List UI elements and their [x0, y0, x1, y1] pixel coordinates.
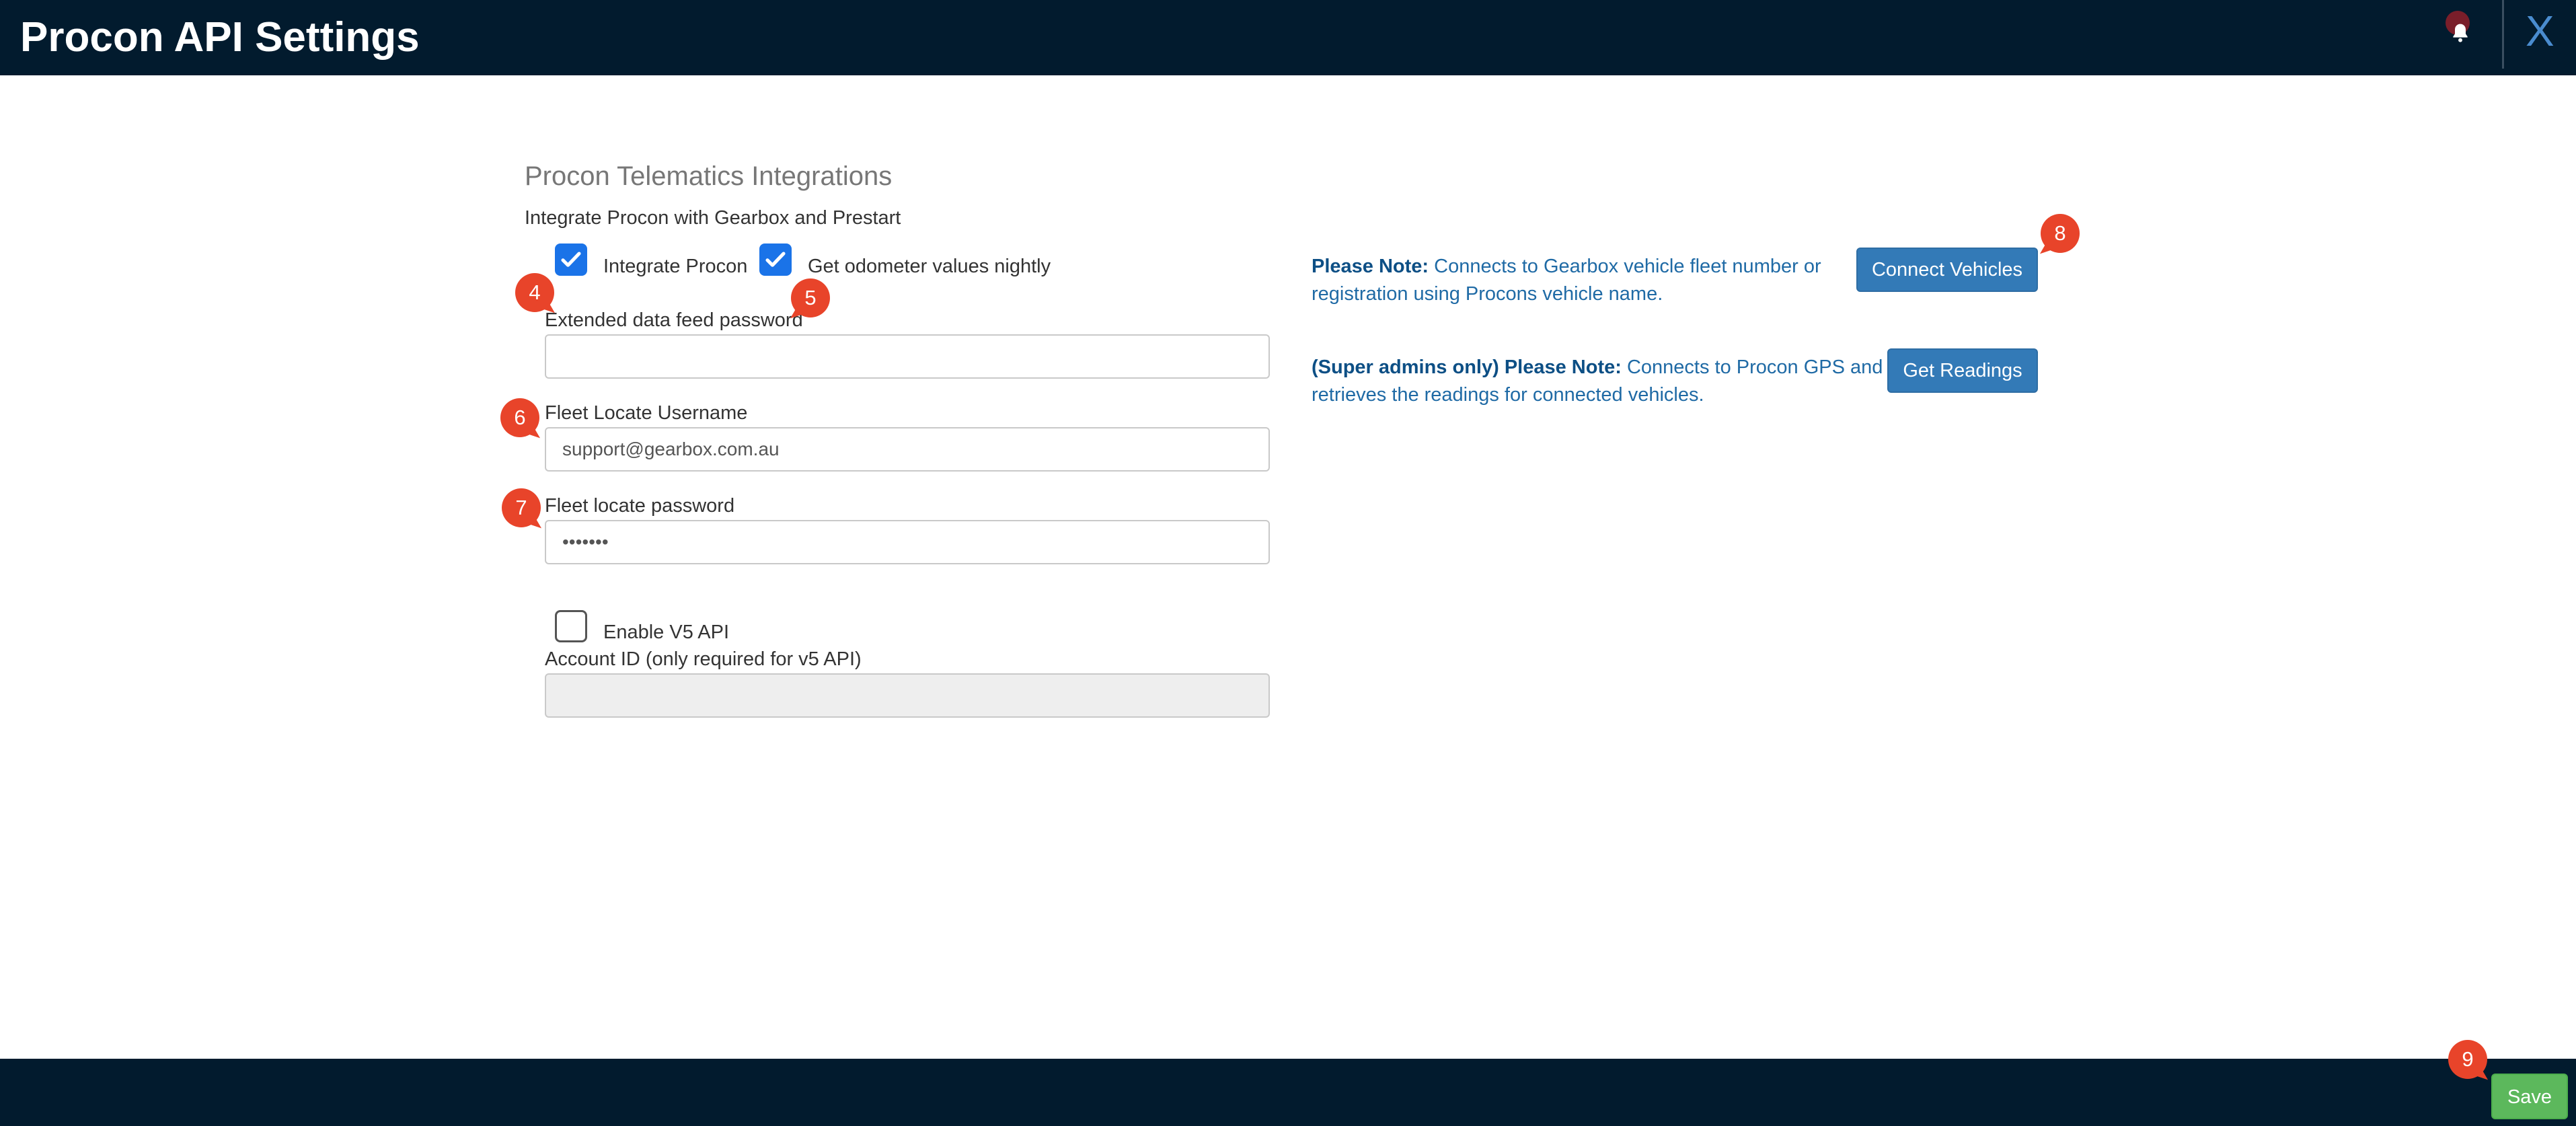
integrate-procon-label: Integrate Procon: [603, 256, 748, 277]
readings-note: (Super admins only) Please Note: Connect…: [1312, 354, 1883, 409]
notifications-button[interactable]: [2440, 11, 2480, 51]
account-id-input[interactable]: [545, 673, 1270, 718]
annotation-marker-6: 6: [500, 398, 539, 437]
header-divider: [2502, 0, 2504, 69]
enable-v5-label: Enable V5 API: [603, 622, 730, 643]
odometer-nightly-label: Get odometer values nightly: [808, 256, 1051, 277]
fleet-password-label: Fleet locate password: [545, 495, 735, 517]
checkmark-icon: [561, 252, 581, 267]
annotation-marker-7: 7: [502, 488, 541, 527]
enable-v5-checkbox[interactable]: [555, 610, 587, 642]
connect-vehicles-button[interactable]: Connect Vehicles: [1856, 248, 2038, 292]
connect-note: Please Note: Connects to Gearbox vehicle…: [1312, 253, 1850, 308]
odometer-nightly-checkbox[interactable]: [759, 243, 792, 276]
close-button[interactable]: X: [2526, 9, 2554, 52]
bell-icon: [2453, 24, 2468, 42]
footer-bar: [0, 1059, 2576, 1126]
annotation-marker-8: 8: [2041, 214, 2080, 253]
annotation-marker-5: 5: [791, 278, 830, 317]
annotation-marker-4: 4: [515, 273, 554, 312]
get-readings-button[interactable]: Get Readings: [1887, 348, 2038, 393]
save-button[interactable]: Save: [2491, 1074, 2568, 1119]
integrate-procon-checkbox[interactable]: [555, 243, 587, 276]
fleet-username-input[interactable]: [545, 427, 1270, 472]
account-id-label: Account ID (only required for v5 API): [545, 648, 862, 670]
section-subtitle: Integrate Procon with Gearbox and Presta…: [525, 207, 901, 229]
page-title: Procon API Settings: [20, 14, 420, 61]
settings-content: Procon Telematics Integrations Integrate…: [0, 75, 2576, 1059]
connect-note-bold: Please Note:: [1312, 256, 1429, 277]
annotation-marker-9: 9: [2448, 1040, 2487, 1079]
readings-note-bold: (Super admins only) Please Note:: [1312, 356, 1622, 378]
fleet-password-input[interactable]: [545, 520, 1270, 564]
extended-password-input[interactable]: [545, 334, 1270, 379]
section-title: Procon Telematics Integrations: [525, 161, 893, 191]
fleet-username-label: Fleet Locate Username: [545, 402, 748, 424]
checkmark-icon: [765, 252, 786, 267]
header-bar: Procon API Settings X: [0, 0, 2576, 75]
extended-password-label: Extended data feed password: [545, 309, 803, 331]
